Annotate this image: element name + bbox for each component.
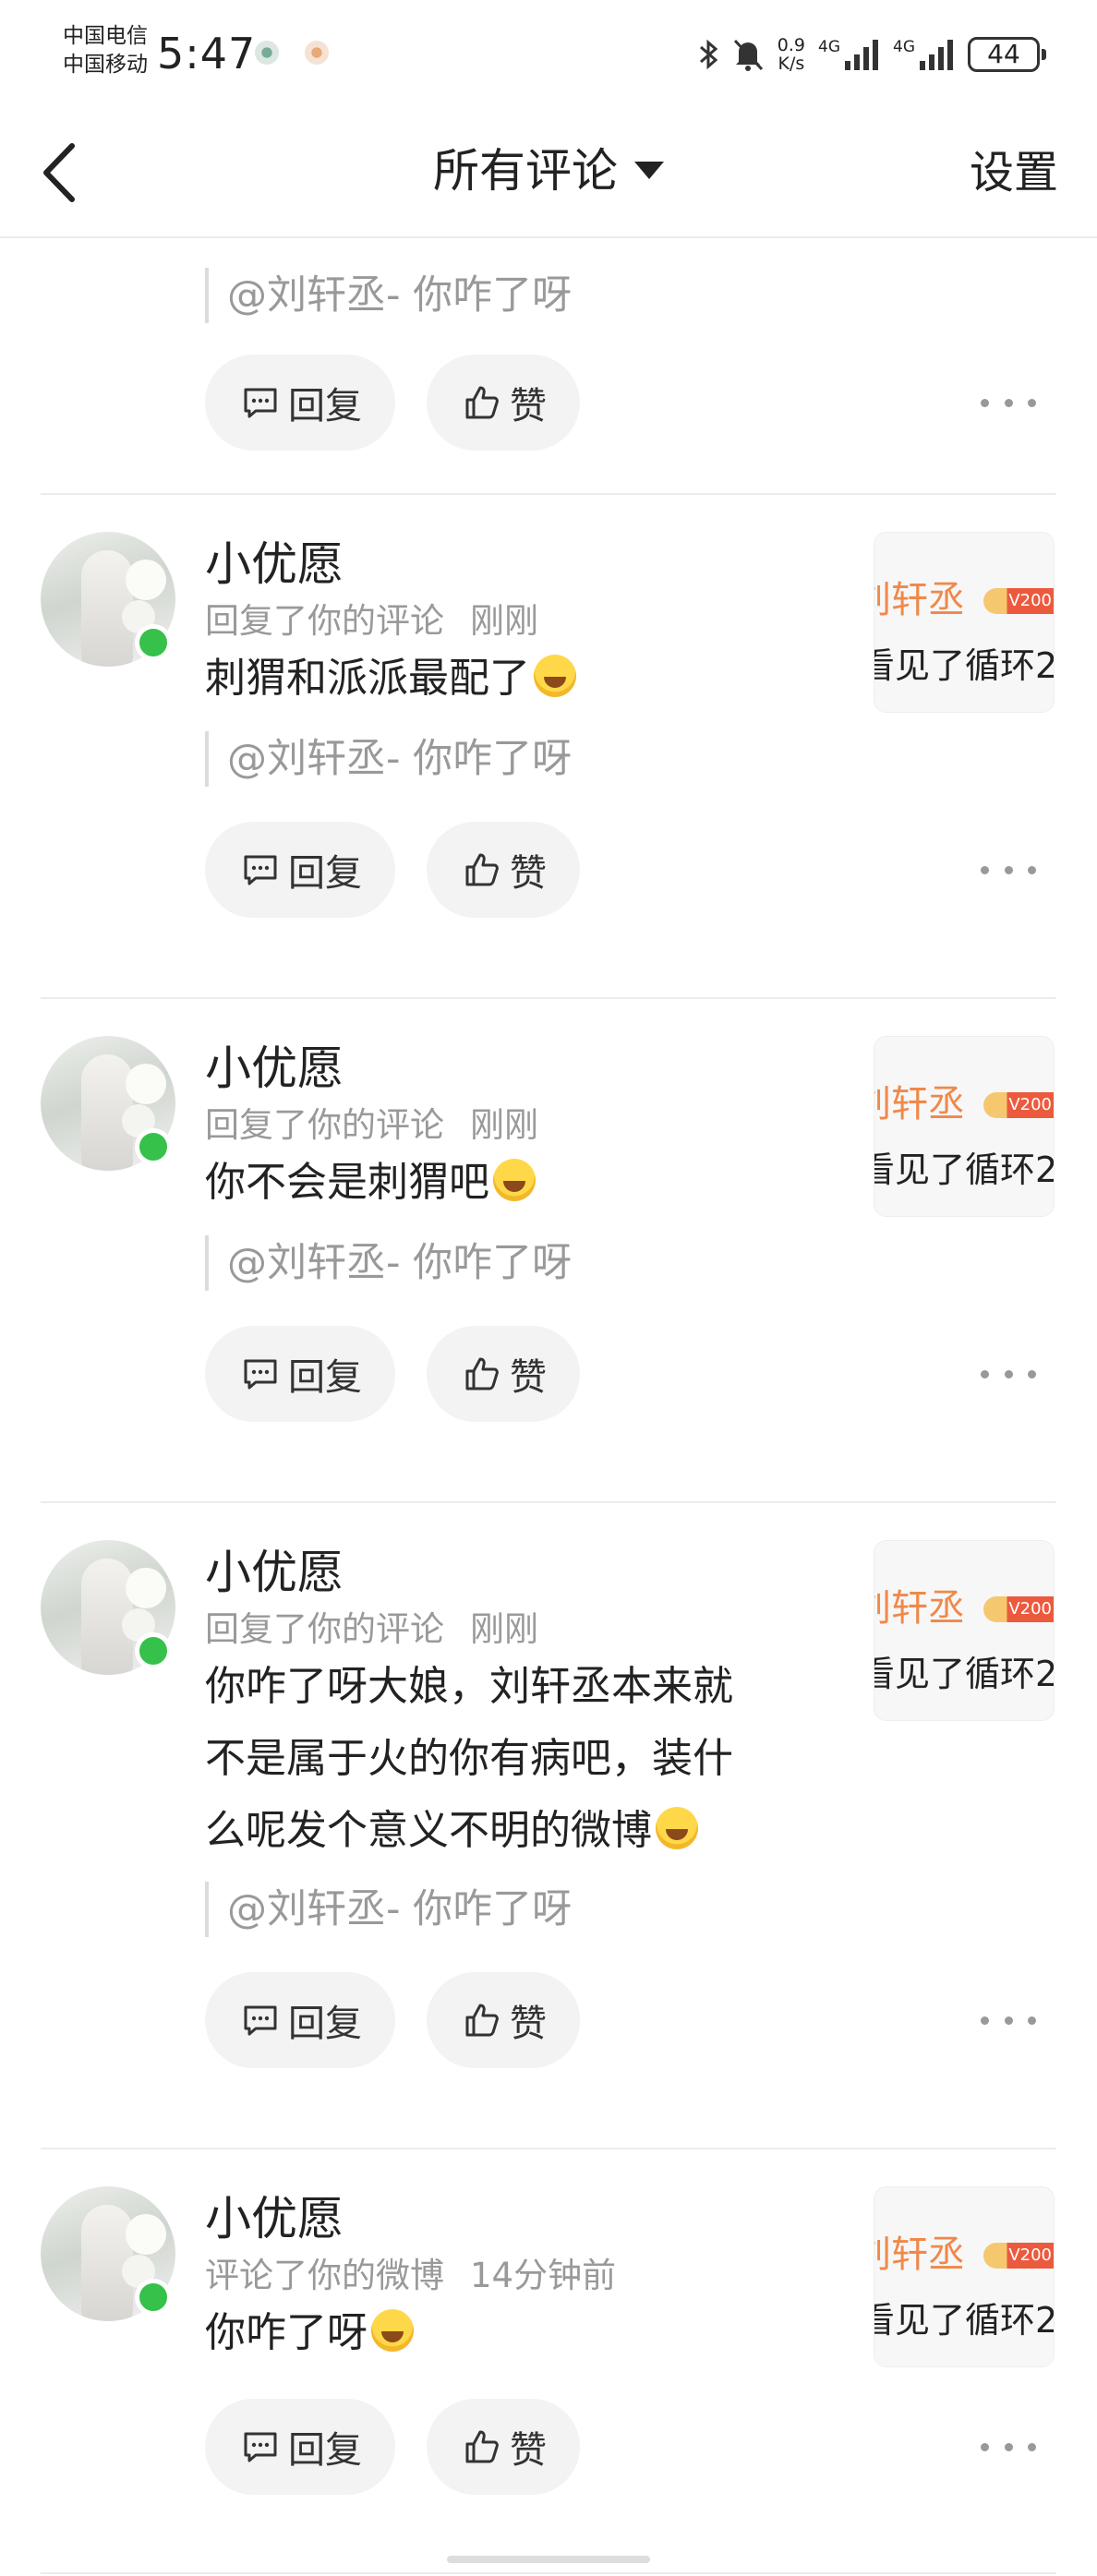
comment-icon bbox=[244, 2432, 277, 2462]
quoted-comment: @刘轩丞- 你咋了呀 bbox=[205, 1235, 572, 1291]
thumbs-up-icon bbox=[465, 1357, 499, 1390]
action-buttons: 回复 赞 bbox=[205, 355, 580, 451]
status-time: 5:47 bbox=[157, 29, 257, 78]
timestamp: 刚刚 bbox=[470, 1105, 538, 1145]
reply-button[interactable]: 回复 bbox=[205, 1326, 395, 1422]
laughing-emoji-icon bbox=[656, 1807, 698, 1849]
weibo-thumbnail[interactable]: 刘轩丞 V200 看见了循环2 bbox=[874, 532, 1055, 713]
thumbs-up-icon bbox=[465, 2004, 499, 2037]
timestamp: 刚刚 bbox=[470, 601, 538, 641]
comment-text: 你咋了呀 bbox=[205, 2297, 414, 2369]
comment-icon bbox=[244, 2005, 277, 2036]
action-buttons: 回复 赞 bbox=[205, 2399, 580, 2495]
action-buttons: 回复 赞 bbox=[205, 1972, 580, 2068]
signal-1: 4G bbox=[818, 39, 880, 70]
timestamp: 刚刚 bbox=[470, 1609, 538, 1649]
username[interactable]: 小优愿 bbox=[205, 1540, 344, 1605]
comment-meta: 回复了你的评论 刚刚 bbox=[205, 1607, 538, 1653]
action-buttons: 回复 赞 bbox=[205, 822, 580, 918]
more-options-button[interactable] bbox=[981, 2428, 1036, 2465]
reply-button[interactable]: 回复 bbox=[205, 355, 395, 451]
comment-text: 你咋了呀大娘，刘轩丞本来就 不是属于火的你有病吧，装什 么呢发个意义不明的微博 bbox=[205, 1663, 733, 1854]
top-nav-bar: 所有评论 设置 bbox=[0, 103, 1097, 238]
comment-item: 小优愿 回复了你的评论刚刚 刺猬和派派最配了 @刘轩丞- 你咋了呀 回复 赞 刘… bbox=[0, 495, 1097, 999]
comment-item: 小优愿 回复了你的评论 刚刚 你咋了呀大娘，刘轩丞本来就 不是属于火的你有病吧，装… bbox=[0, 1503, 1097, 2149]
thumbs-up-icon bbox=[465, 853, 499, 886]
comment-icon bbox=[244, 855, 277, 885]
more-options-button[interactable] bbox=[981, 384, 1036, 421]
quoted-comment: @刘轩丞- 你咋了呀 bbox=[205, 731, 572, 787]
thumbs-up-icon bbox=[465, 2430, 499, 2463]
online-status-dot bbox=[135, 1632, 172, 1669]
action-text: 回复了你的评论 bbox=[205, 601, 444, 641]
network-speed: 0.9 K/s bbox=[777, 35, 805, 74]
weibo-thumbnail[interactable]: 刘轩丞 V200 看见了循环2 bbox=[874, 2186, 1055, 2367]
like-button[interactable]: 赞 bbox=[427, 822, 580, 918]
reply-button[interactable]: 回复 bbox=[205, 822, 395, 918]
thumbs-up-icon bbox=[465, 386, 499, 419]
comment-item: 小优愿 评论了你的微博 14分钟前 你咋了呀 回复 赞 刘轩丞 V200 看见了循… bbox=[0, 2149, 1097, 2574]
comment-icon bbox=[244, 1359, 277, 1390]
app-notification-icon bbox=[305, 41, 329, 65]
page-title: 所有评论 bbox=[433, 144, 618, 198]
like-button[interactable]: 赞 bbox=[427, 2399, 580, 2495]
online-status-dot bbox=[135, 624, 172, 661]
timestamp: 14分钟前 bbox=[470, 2256, 617, 2295]
weibo-thumbnail[interactable]: 刘轩丞 V200 看见了循环2 bbox=[874, 1540, 1055, 1721]
laughing-emoji-icon bbox=[493, 1159, 536, 1201]
comment-meta: 回复了你的评论 刚刚 bbox=[205, 598, 538, 644]
caret-down-icon bbox=[634, 162, 664, 179]
weibo-thumbnail[interactable]: 刘轩丞 V200 看见了循环2 bbox=[874, 1036, 1055, 1217]
reply-button[interactable]: 回复 bbox=[205, 2399, 395, 2495]
action-buttons: 回复 赞 bbox=[205, 1326, 580, 1422]
smirk-emoji-icon bbox=[371, 2309, 414, 2352]
like-button[interactable]: 赞 bbox=[427, 1972, 580, 2068]
action-text: 回复了你的评论 bbox=[205, 1609, 444, 1649]
comment-meta: 评论了你的微博 14分钟前 bbox=[205, 2253, 616, 2299]
reply-button[interactable]: 回复 bbox=[205, 1972, 395, 2068]
action-text: 回复了你的评论 bbox=[205, 1105, 444, 1145]
bluetooth-icon bbox=[699, 39, 718, 70]
more-options-button[interactable] bbox=[981, 851, 1036, 888]
mute-bell-icon bbox=[733, 39, 763, 71]
signal-bars-icon bbox=[920, 40, 953, 70]
comment-icon bbox=[244, 388, 277, 418]
more-options-button[interactable] bbox=[981, 1355, 1036, 1392]
username[interactable]: 小优愿 bbox=[205, 532, 344, 596]
online-status-dot bbox=[135, 2279, 172, 2316]
like-button[interactable]: 赞 bbox=[427, 1326, 580, 1422]
comment-item: @刘轩丞- 你咋了呀 回复 赞 bbox=[0, 240, 1097, 495]
online-status-dot bbox=[135, 1128, 172, 1165]
more-options-button[interactable] bbox=[981, 2002, 1036, 2039]
carrier-1: 中国电信 bbox=[63, 24, 148, 48]
signal-bars-icon bbox=[845, 40, 878, 70]
comment-meta: 回复了你的评论 刚刚 bbox=[205, 1102, 538, 1149]
username[interactable]: 小优愿 bbox=[205, 2186, 344, 2251]
settings-button[interactable]: 设置 bbox=[970, 140, 1058, 205]
laughing-emoji-icon bbox=[534, 655, 576, 697]
action-text: 评论了你的微博 bbox=[205, 2256, 444, 2295]
comment-filter-dropdown[interactable]: 所有评论 bbox=[0, 138, 1097, 203]
username[interactable]: 小优愿 bbox=[205, 1036, 344, 1101]
quoted-comment: @刘轩丞- 你咋了呀 bbox=[205, 268, 572, 323]
status-icons: 0.9 K/s 4G 4G 44 bbox=[698, 31, 1046, 78]
signal-2: 4G bbox=[893, 39, 955, 70]
carrier-2: 中国移动 bbox=[63, 53, 148, 77]
app-notification-icon bbox=[255, 41, 279, 65]
status-bar: 中国电信 中国移动 5:47 0.9 K/s 4G 4G 44 bbox=[0, 0, 1097, 103]
divider bbox=[41, 2572, 1056, 2574]
comment-text: 刺猬和派派最配了 bbox=[205, 643, 576, 715]
comment-text: 你不会是刺猬吧 bbox=[205, 1147, 536, 1219]
home-indicator[interactable] bbox=[447, 2556, 650, 2563]
battery-icon: 44 bbox=[968, 37, 1046, 72]
like-button[interactable]: 赞 bbox=[427, 355, 580, 451]
comment-item: 小优愿 回复了你的评论刚刚 你不会是刺猬吧 @刘轩丞- 你咋了呀 回复 赞 刘轩… bbox=[0, 999, 1097, 1503]
comment-list: @刘轩丞- 你咋了呀 回复 赞 小优愿 回复了你的评论 刚刚 刺猬和派派最配了 @… bbox=[0, 240, 1097, 2574]
carrier-info: 中国电信 中国移动 bbox=[63, 22, 148, 79]
quoted-comment: @刘轩丞- 你咋了呀 bbox=[205, 1882, 572, 1937]
